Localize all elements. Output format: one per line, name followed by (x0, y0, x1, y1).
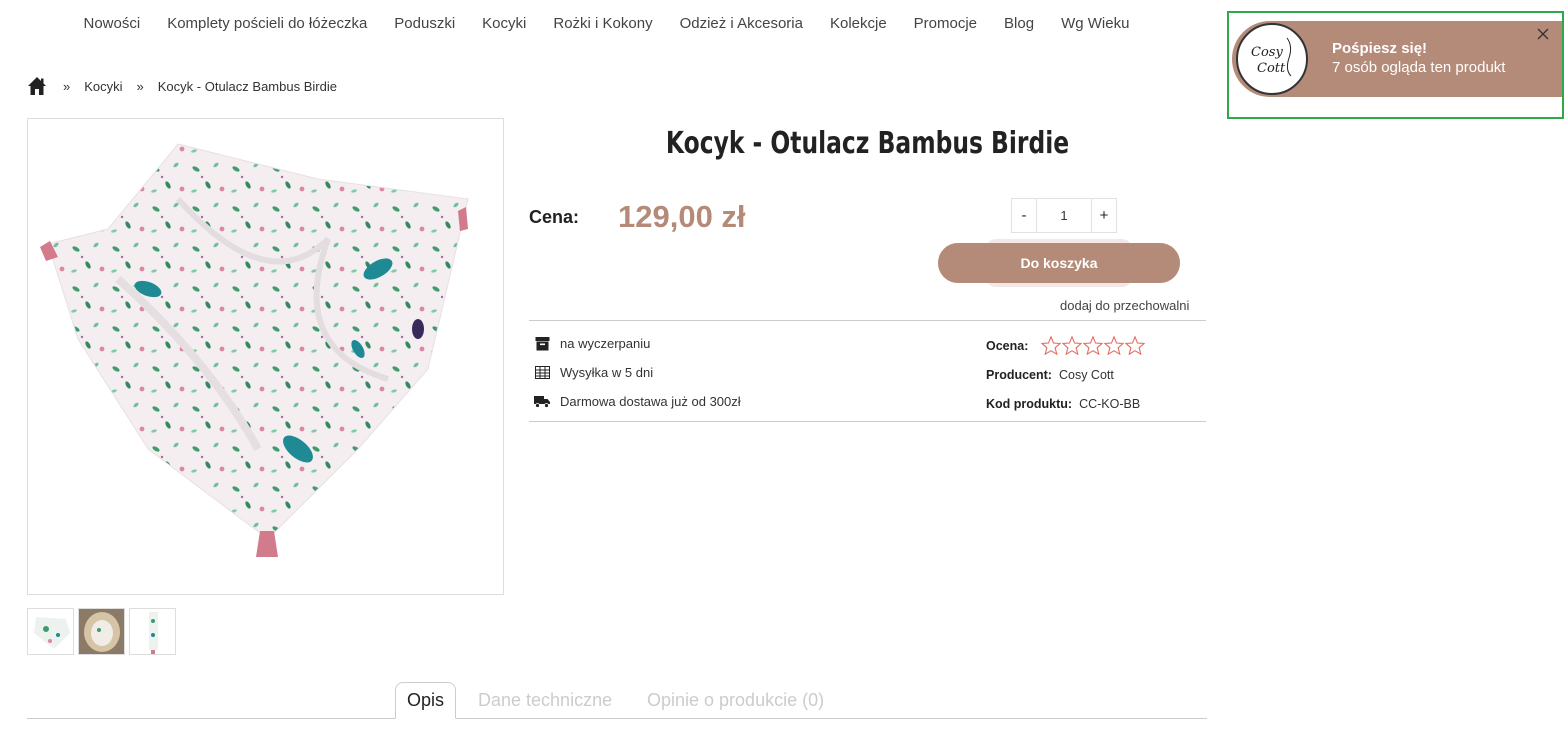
rating-stars[interactable] (1041, 336, 1146, 355)
qty-input[interactable]: 1 (1037, 198, 1091, 233)
product-code-row: Kod produktu: CC-KO-BB (986, 397, 1140, 411)
tab-dane-techniczne[interactable]: Dane techniczne (478, 682, 612, 719)
add-to-cart-button[interactable]: Do koszyka (938, 239, 1180, 287)
product-title: Kocyk - Otulacz Bambus Birdie (665, 126, 1070, 161)
nav-item-odziez[interactable]: Odzież i Akcesoria (666, 13, 816, 35)
producer-row: Producent: Cosy Cott (986, 368, 1114, 382)
star-icon (1104, 336, 1125, 355)
availability-text: na wyczerpaniu (560, 335, 651, 351)
product-code-value: CC-KO-BB (1079, 397, 1141, 411)
tab-opis[interactable]: Opis (395, 682, 456, 719)
svg-text:Cott: Cott (1257, 61, 1286, 76)
product-thumbnails (27, 608, 176, 655)
product-thumbnail[interactable] (129, 608, 176, 655)
shipping-time-row: Wysyłka w 5 dni (534, 364, 653, 380)
rating-row: Ocena: (986, 336, 1146, 355)
viewers-notification: Cosy Cott Pośpiesz się! 7 osób ogląda te… (1232, 21, 1562, 97)
star-icon (1125, 336, 1146, 355)
free-delivery-text: Darmowa dostawa już od 300zł (560, 393, 741, 409)
producer-label: Producent: (986, 368, 1052, 382)
add-to-storage-link[interactable]: dodaj do przechowalni (1060, 298, 1189, 313)
notification-message: 7 osób ogląda ten produkt (1332, 59, 1506, 76)
divider (529, 320, 1206, 321)
calendar-table-icon (534, 364, 550, 380)
star-icon (1041, 336, 1062, 355)
producer-value[interactable]: Cosy Cott (1059, 368, 1114, 382)
shipping-time-text: Wysyłka w 5 dni (560, 364, 654, 380)
product-thumbnail[interactable] (78, 608, 125, 655)
star-icon (1062, 336, 1083, 355)
qty-decrease-button[interactable]: - (1011, 198, 1037, 233)
price-label: Cena: (529, 207, 580, 227)
product-main-image[interactable] (27, 118, 504, 595)
breadcrumb-category[interactable]: Kocyki (84, 79, 122, 94)
product-price: 129,00 zł (618, 199, 746, 234)
notification-title: Pośpiesz się! (1332, 40, 1428, 57)
nav-item-blog[interactable]: Blog (991, 13, 1048, 35)
nav-item-poduszki[interactable]: Poduszki (381, 13, 469, 35)
add-to-cart-button-body: Do koszyka (938, 243, 1180, 283)
brand-logo: Cosy Cott (1236, 23, 1308, 95)
nav-item-kocyki[interactable]: Kocyki (469, 13, 540, 35)
availability-row: na wyczerpaniu (534, 335, 650, 351)
qty-increase-button[interactable]: + (1091, 198, 1117, 233)
svg-text:Cosy: Cosy (1251, 45, 1283, 60)
breadcrumb-separator: » (63, 78, 71, 94)
nav-item-komplety[interactable]: Komplety pościeli do łóżeczka (154, 13, 381, 35)
breadcrumb: » Kocyki » Kocyk - Otulacz Bambus Birdie (27, 76, 337, 96)
home-icon[interactable] (27, 76, 47, 96)
nav-item-rozki[interactable]: Rożki i Kokony (540, 13, 666, 35)
rating-label: Ocena: (986, 338, 1029, 353)
free-delivery-row: Darmowa dostawa już od 300zł (534, 393, 741, 409)
breadcrumb-separator: » (136, 78, 144, 94)
product-code-label: Kod produktu: (986, 397, 1073, 411)
breadcrumb-current: Kocyk - Otulacz Bambus Birdie (157, 78, 337, 94)
close-icon[interactable] (1536, 27, 1550, 41)
nav-item-promocje[interactable]: Promocje (900, 13, 990, 35)
divider (529, 421, 1206, 422)
product-thumbnail[interactable] (27, 608, 74, 655)
nav-item-kolekcje[interactable]: Kolekcje (816, 13, 900, 35)
tab-opinie[interactable]: Opinie o produkcie (0) (647, 682, 824, 719)
archive-box-icon (534, 335, 550, 351)
nav-item-wg-wieku[interactable]: Wg Wieku (1048, 13, 1143, 35)
star-icon (1083, 336, 1104, 355)
main-navigation: Nowości Komplety pościeli do łóżeczka Po… (70, 13, 1143, 35)
nav-item-nowosci[interactable]: Nowości (70, 13, 154, 35)
quantity-stepper: - 1 + (1011, 198, 1117, 233)
tabs-divider (27, 718, 1207, 719)
add-to-cart-label: Do koszyka (1020, 255, 1098, 271)
truck-icon (534, 393, 550, 409)
